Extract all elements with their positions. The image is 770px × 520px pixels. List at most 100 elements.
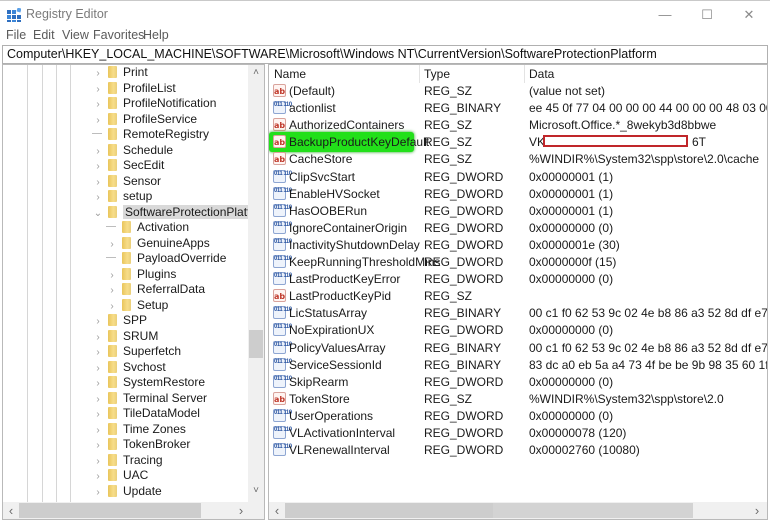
tree-item[interactable]: › Tracing — [91, 453, 162, 469]
tree-item[interactable]: ⌄ SoftwareProtectionPlatform — [91, 204, 264, 221]
value-row[interactable]: 011 110 ClipSvcStart REG_DWORD 0x00000001 (… — [269, 169, 767, 186]
tree-item[interactable]: › ProfileNotification — [91, 96, 216, 112]
chevron-right-icon[interactable]: › — [91, 376, 105, 391]
chevron-down-icon[interactable]: ⌄ — [91, 206, 105, 221]
tree-item[interactable]: › Time Zones — [91, 422, 186, 438]
menu-edit[interactable]: Edit — [33, 28, 55, 42]
value-row[interactable]: 011 110 PolicyValuesArray REG_BINARY 00 c1 … — [269, 340, 767, 357]
column-header-name[interactable]: Name — [274, 67, 306, 81]
chevron-right-icon[interactable]: › — [91, 159, 105, 174]
chevron-right-icon[interactable]: › — [91, 485, 105, 500]
value-row[interactable]: ab BackupProductKeyDefault REG_SZ VK7 6T — [269, 132, 767, 153]
tree-item[interactable]: › Setup — [105, 298, 168, 314]
close-button[interactable]: ✕ — [734, 5, 764, 25]
tree-vertical-scrollbar[interactable]: ˄ ˅ — [248, 65, 264, 503]
value-row[interactable]: 011 110 EnableHVSocket REG_DWORD 0x00000001… — [269, 186, 767, 203]
menu-view[interactable]: View — [62, 28, 89, 42]
chevron-right-icon[interactable]: › — [91, 469, 105, 484]
tree-item[interactable]: › setup — [91, 189, 152, 205]
values-horizontal-scroll-thumb[interactable] — [285, 503, 493, 518]
scroll-right-icon[interactable]: › — [749, 503, 765, 518]
menu-file[interactable]: File — [6, 28, 26, 42]
value-row[interactable]: 011 110 ServiceSessionId REG_BINARY 83 dc a… — [269, 357, 767, 374]
tree-horizontal-scroll-thumb[interactable] — [19, 503, 201, 518]
value-row[interactable]: ab TokenStore REG_SZ %WINDIR%\System32\spp\… — [269, 391, 767, 408]
tree-item[interactable]: › TokenBroker — [91, 437, 190, 453]
tree-item[interactable]: › ProfileList — [91, 81, 175, 97]
chevron-right-icon[interactable]: › — [91, 175, 105, 190]
scroll-right-icon[interactable]: › — [233, 503, 249, 518]
value-row[interactable]: 011 110 actionlist REG_BINARY ee 45 0f 77 0… — [269, 100, 767, 117]
chevron-right-icon[interactable]: › — [91, 113, 105, 128]
column-header-data[interactable]: Data — [529, 67, 554, 81]
chevron-right-icon[interactable]: › — [91, 82, 105, 97]
column-header-type[interactable]: Type — [424, 67, 450, 81]
menu-help[interactable]: Help — [143, 28, 169, 42]
value-row[interactable]: ab LastProductKeyPid REG_SZ — [269, 288, 767, 305]
value-row[interactable]: 011 110 NoExpirationUX REG_DWORD 0x00000000… — [269, 322, 767, 339]
menu-favorites[interactable]: Favorites — [93, 28, 144, 42]
values-horizontal-scrollbar[interactable]: ‹ › — [269, 502, 767, 519]
address-bar[interactable]: Computer\HKEY_LOCAL_MACHINE\SOFTWARE\Mic… — [2, 45, 768, 64]
chevron-right-icon[interactable]: › — [91, 454, 105, 469]
value-row[interactable]: 011 110 UserOperations REG_DWORD 0x00000000… — [269, 408, 767, 425]
maximize-button[interactable]: ☐ — [692, 5, 722, 25]
chevron-right-icon[interactable]: › — [91, 345, 105, 360]
tree-item[interactable]: › Svchost — [91, 360, 165, 376]
chevron-right-icon[interactable]: › — [105, 283, 119, 298]
tree-item[interactable]: › ProfileService — [91, 112, 197, 128]
scroll-up-icon[interactable]: ˄ — [248, 67, 264, 78]
tree-item[interactable]: › Print — [91, 65, 147, 81]
chevron-right-icon[interactable]: › — [91, 97, 105, 112]
chevron-right-icon[interactable]: › — [91, 314, 105, 329]
tree-item[interactable]: › ReferralData — [105, 282, 205, 298]
column-separator[interactable] — [524, 65, 525, 83]
value-row[interactable]: 011 110 LicStatusArray REG_BINARY 00 c1 f0 … — [269, 305, 767, 322]
scroll-down-icon[interactable]: ˅ — [248, 485, 264, 496]
minimize-button[interactable]: — — [650, 5, 680, 25]
tree-item[interactable]: › TileDataModel — [91, 406, 200, 422]
chevron-right-icon[interactable]: › — [91, 438, 105, 453]
tree-item[interactable]: › Plugins — [105, 267, 176, 283]
tree-item[interactable]: › UAC — [91, 468, 148, 484]
chevron-right-icon[interactable]: › — [91, 190, 105, 205]
chevron-right-icon[interactable]: › — [91, 407, 105, 422]
tree-item[interactable]: › SPP — [91, 313, 147, 329]
tree-item[interactable]: › Update — [91, 484, 161, 500]
value-row[interactable]: 011 110 VLActivationInterval REG_DWORD 0x00… — [269, 425, 767, 442]
tree-item[interactable]: › SRUM — [91, 329, 158, 345]
tree-item[interactable]: RemoteRegistry — [91, 127, 209, 143]
value-row[interactable]: 011 110 LastProductKeyError REG_DWORD 0x000… — [269, 271, 767, 288]
value-row[interactable]: 011 110 InactivityShutdownDelay REG_DWORD 0… — [269, 237, 767, 254]
column-separator[interactable] — [419, 65, 420, 83]
tree-item[interactable]: PayloadOverride — [105, 251, 226, 267]
tree-item[interactable]: › SecEdit — [91, 158, 164, 174]
tree-item[interactable]: › Sensor — [91, 174, 161, 190]
chevron-right-icon[interactable]: › — [91, 392, 105, 407]
value-row[interactable]: 011 110 VLRenewalInterval REG_DWORD 0x00002… — [269, 442, 767, 459]
value-row[interactable]: 011 110 SkipRearm REG_DWORD 0x00000000 (0) — [269, 374, 767, 391]
chevron-right-icon[interactable]: › — [91, 423, 105, 438]
chevron-right-icon[interactable]: › — [105, 299, 119, 314]
value-row[interactable]: 011 110 IgnoreContainerOrigin REG_DWORD 0x0… — [269, 220, 767, 237]
value-row[interactable]: 011 110 KeepRunningThresholdMins REG_DWORD… — [269, 254, 767, 271]
value-row[interactable]: ab CacheStore REG_SZ %WINDIR%\System32\spp\… — [269, 151, 767, 168]
tree-horizontal-scrollbar[interactable]: ‹ › — [3, 502, 264, 519]
chevron-right-icon[interactable]: › — [91, 361, 105, 376]
chevron-right-icon[interactable]: › — [105, 268, 119, 283]
chevron-right-icon[interactable]: › — [91, 66, 105, 81]
values-horizontal-scroll-track[interactable] — [493, 503, 693, 518]
scroll-left-icon[interactable]: ‹ — [269, 503, 285, 518]
tree-item[interactable]: › Terminal Server — [91, 391, 207, 407]
chevron-right-icon[interactable]: › — [91, 144, 105, 159]
tree-item[interactable]: › GenuineApps — [105, 236, 209, 252]
tree-item[interactable]: › SystemRestore — [91, 375, 205, 391]
chevron-right-icon[interactable]: › — [105, 237, 119, 252]
tree-item[interactable]: Activation — [105, 220, 189, 236]
tree-item[interactable]: › Schedule — [91, 143, 173, 159]
tree-item[interactable]: › Superfetch — [91, 344, 181, 360]
scroll-left-icon[interactable]: ‹ — [3, 503, 19, 518]
value-row[interactable]: ab (Default) REG_SZ (value not set) — [269, 83, 767, 100]
value-row[interactable]: 011 110 HasOOBERun REG_DWORD 0x00000001 (1) — [269, 203, 767, 220]
tree-vertical-scroll-thumb[interactable] — [249, 330, 263, 358]
